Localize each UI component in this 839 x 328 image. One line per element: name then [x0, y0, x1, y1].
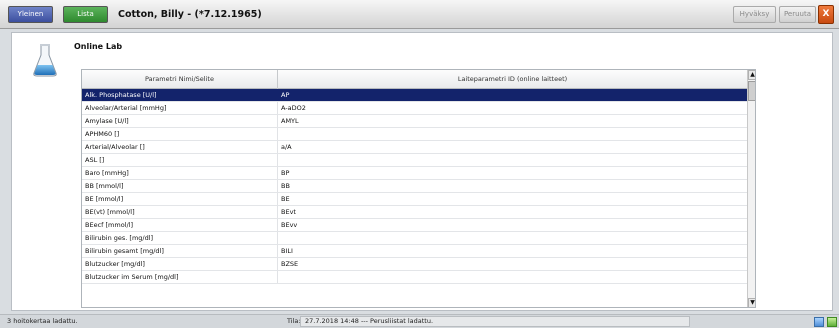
- section-title: Online Lab: [74, 42, 123, 51]
- scroll-up-icon[interactable]: ▲: [748, 70, 755, 80]
- status-message: 27.7.2018 14:48 --- Perusliistat ladattu…: [300, 316, 690, 327]
- grid-header: Parametri Nimi/Selite Laiteparametri ID …: [82, 70, 747, 89]
- cell-parameter-name[interactable]: Amylase [U/l]: [82, 115, 278, 127]
- vertical-scrollbar[interactable]: ▲ ▼: [747, 70, 755, 307]
- table-row[interactable]: Bilirubin gesamt [mg/dl] BILI: [82, 245, 747, 258]
- home-button[interactable]: Yleinen: [8, 6, 53, 23]
- scroll-down-icon[interactable]: ▼: [748, 298, 755, 307]
- cell-device-id[interactable]: A-aDO2: [278, 102, 747, 114]
- cell-parameter-name[interactable]: APHM60 []: [82, 128, 278, 140]
- cell-device-id[interactable]: BEvt: [278, 206, 747, 218]
- column-header-device-id[interactable]: Laiteparametri ID (online laitteet): [278, 70, 747, 89]
- cell-parameter-name[interactable]: Bilirubin gesamt [mg/dl]: [82, 245, 278, 257]
- table-row[interactable]: Amylase [U/l] AMYL: [82, 115, 747, 128]
- grid-rows: Alk. Phosphatase [U/l] AP Alveolar/Arteria…: [82, 89, 747, 284]
- cell-device-id[interactable]: AMYL: [278, 115, 747, 127]
- flask-icon: [33, 44, 57, 77]
- cell-parameter-name[interactable]: BEecf [mmol/l]: [82, 219, 278, 231]
- cell-parameter-name[interactable]: Baro [mmHg]: [82, 167, 278, 179]
- cell-parameter-name[interactable]: BB [mmol/l]: [82, 180, 278, 192]
- cell-parameter-name[interactable]: Blutzucker [mg/dl]: [82, 258, 278, 270]
- cell-device-id[interactable]: BZSE: [278, 258, 747, 270]
- scroll-thumb[interactable]: [748, 81, 755, 101]
- cell-parameter-name[interactable]: Arterial/Alveolar []: [82, 141, 278, 153]
- cell-device-id[interactable]: BILI: [278, 245, 747, 257]
- title-bar: Yleinen Lista Cotton, Billy - (*7.12.196…: [0, 0, 839, 29]
- table-row[interactable]: BEecf [mmol/l] BEvv: [82, 219, 747, 232]
- cancel-button[interactable]: Peruuta: [779, 6, 816, 23]
- cell-parameter-name[interactable]: Blutzucker im Serum [mg/dl]: [82, 271, 278, 283]
- parameter-grid: Parametri Nimi/Selite Laiteparametri ID …: [81, 69, 756, 308]
- close-button[interactable]: X: [818, 5, 834, 24]
- cell-device-id[interactable]: BP: [278, 167, 747, 179]
- table-row[interactable]: Alk. Phosphatase [U/l] AP: [82, 89, 747, 102]
- table-row[interactable]: Alveolar/Arterial [mmHg] A-aDO2: [82, 102, 747, 115]
- table-row[interactable]: APHM60 []: [82, 128, 747, 141]
- cell-device-id[interactable]: AP: [278, 89, 747, 101]
- patient-name: Cotton, Billy - (*7.12.1965): [118, 9, 262, 20]
- list-button[interactable]: Lista: [63, 6, 108, 23]
- cell-parameter-name[interactable]: ASL []: [82, 154, 278, 166]
- column-header-name[interactable]: Parametri Nimi/Selite: [82, 70, 278, 89]
- cell-device-id[interactable]: [278, 271, 747, 283]
- status-tila-label: Tila:: [287, 317, 301, 325]
- cell-device-id[interactable]: BB: [278, 180, 747, 192]
- table-row[interactable]: Blutzucker [mg/dl] BZSE: [82, 258, 747, 271]
- cell-parameter-name[interactable]: BE(vt) [mmol/l]: [82, 206, 278, 218]
- cell-device-id[interactable]: [278, 232, 747, 244]
- accept-button[interactable]: Hyväksy: [733, 6, 776, 23]
- table-row[interactable]: ASL []: [82, 154, 747, 167]
- table-row[interactable]: BE [mmol/l] BE: [82, 193, 747, 206]
- cell-device-id[interactable]: [278, 154, 747, 166]
- main-panel: Online Lab Parametri Nimi/Selite Laitepa…: [11, 32, 833, 311]
- status-left-text: 3 hoitokertaa ladattu.: [7, 317, 78, 325]
- table-row[interactable]: BB [mmol/l] BB: [82, 180, 747, 193]
- network-icon[interactable]: [814, 317, 824, 327]
- cell-device-id[interactable]: BE: [278, 193, 747, 205]
- cell-parameter-name[interactable]: Bilirubin ges. [mg/dl]: [82, 232, 278, 244]
- status-bar: 3 hoitokertaa ladattu. Tila: 27.7.2018 1…: [0, 314, 839, 328]
- cell-parameter-name[interactable]: Alveolar/Arterial [mmHg]: [82, 102, 278, 114]
- table-row[interactable]: Arterial/Alveolar [] a/A: [82, 141, 747, 154]
- table-row[interactable]: Baro [mmHg] BP: [82, 167, 747, 180]
- cell-parameter-name[interactable]: Alk. Phosphatase [U/l]: [82, 89, 278, 101]
- cell-device-id[interactable]: BEvv: [278, 219, 747, 231]
- cell-device-id[interactable]: a/A: [278, 141, 747, 153]
- table-row[interactable]: BE(vt) [mmol/l] BEvt: [82, 206, 747, 219]
- cell-device-id[interactable]: [278, 128, 747, 140]
- cell-parameter-name[interactable]: BE [mmol/l]: [82, 193, 278, 205]
- table-row[interactable]: Blutzucker im Serum [mg/dl]: [82, 271, 747, 284]
- table-row[interactable]: Bilirubin ges. [mg/dl]: [82, 232, 747, 245]
- connection-status-icon[interactable]: [827, 317, 837, 327]
